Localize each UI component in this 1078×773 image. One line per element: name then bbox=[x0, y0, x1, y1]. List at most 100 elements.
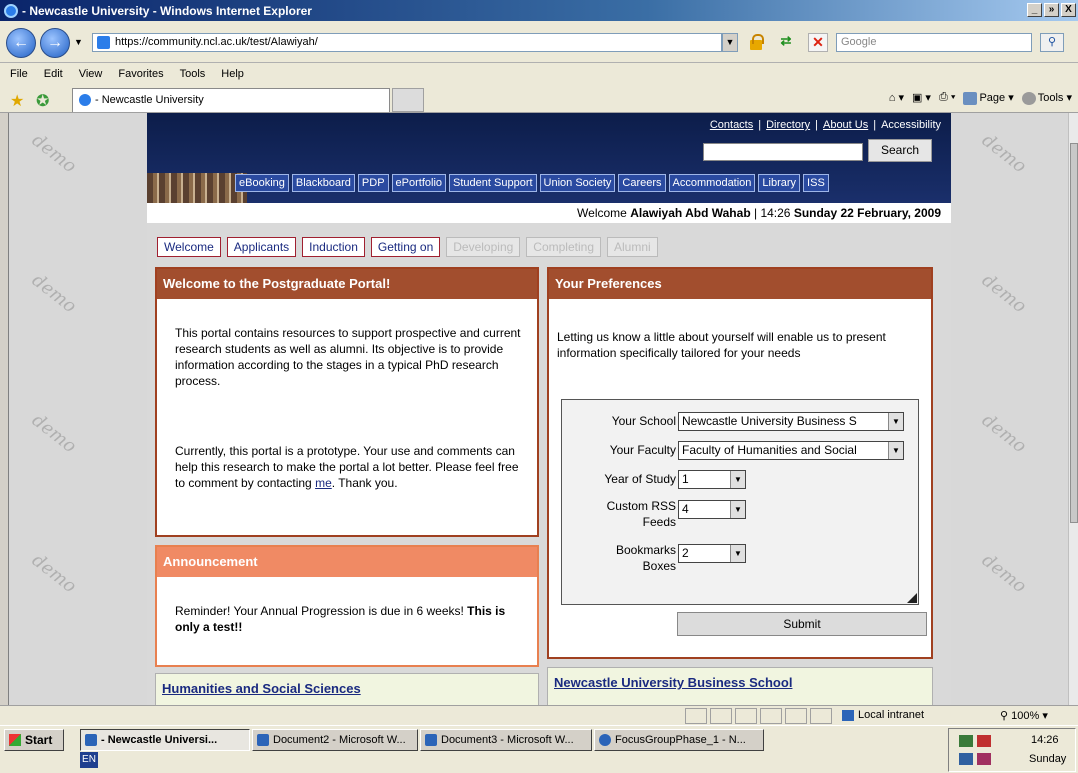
tools-menu[interactable]: Tools ▾ bbox=[1021, 91, 1072, 105]
taskbar-item-document3[interactable]: Document3 - Microsoft W... bbox=[420, 729, 592, 751]
windows-taskbar: Start - Newcastle Universi... Document2 … bbox=[0, 725, 1078, 773]
tab-getting-on[interactable]: Getting on bbox=[370, 237, 441, 257]
task-label: - Newcastle Universi... bbox=[101, 734, 218, 746]
menu-view[interactable]: View bbox=[71, 68, 111, 80]
menu-tools[interactable]: Tools bbox=[172, 68, 214, 80]
faculty-select[interactable]: Faculty of Humanities and Social ▼ bbox=[678, 441, 904, 460]
rss-feeds-select[interactable]: 4 ▼ bbox=[678, 500, 746, 519]
bookmarks-label-line1: Bookmarks bbox=[615, 543, 676, 557]
add-favorites-icon[interactable]: ✪ bbox=[36, 91, 49, 111]
humanities-title[interactable]: Humanities and Social Sciences bbox=[156, 674, 538, 704]
preferences-title: Your Preferences bbox=[549, 269, 931, 299]
page-menu-icon bbox=[963, 91, 978, 105]
favorites-star-icon[interactable]: ★ bbox=[10, 91, 24, 111]
link-iss[interactable]: ISS bbox=[803, 174, 829, 192]
faculty-value: Faculty of Humanities and Social bbox=[682, 443, 857, 457]
bookmarks-select[interactable]: 2 ▼ bbox=[678, 544, 746, 563]
back-button[interactable]: ← bbox=[6, 28, 36, 58]
minimize-button[interactable]: _ bbox=[1027, 3, 1042, 17]
word-icon bbox=[257, 734, 269, 746]
zoom-level: 100% bbox=[1011, 710, 1040, 722]
site-search-button[interactable]: Search bbox=[868, 139, 932, 162]
tab-completing: Completing bbox=[526, 237, 601, 257]
link-eportfolio[interactable]: ePortfolio bbox=[391, 174, 447, 192]
contact-me-link[interactable]: me bbox=[315, 476, 332, 490]
tab-bar: ★ ✪ - Newcastle University ⌂ ▾ ▣ ▾ ⎙ ▾ P… bbox=[0, 85, 1078, 113]
address-input[interactable]: https://community.ncl.ac.uk/test/Alawiya… bbox=[92, 33, 722, 52]
home-icon[interactable]: ⌂ ▾ bbox=[889, 91, 904, 104]
link-ebooking[interactable]: eBooking bbox=[235, 174, 289, 192]
stop-icon[interactable]: ✕ bbox=[808, 33, 828, 52]
link-library[interactable]: Library bbox=[758, 174, 801, 192]
link-accommodation[interactable]: Accommodation bbox=[668, 174, 756, 192]
menu-help[interactable]: Help bbox=[213, 68, 252, 80]
announcement-title: Announcement bbox=[157, 547, 537, 577]
watermark: demo bbox=[27, 129, 81, 178]
preferences-panel: Your Preferences Letting us know a littl… bbox=[547, 267, 933, 659]
school-select[interactable]: Newcastle University Business S ▼ bbox=[678, 412, 904, 431]
year-select[interactable]: 1 ▼ bbox=[678, 470, 746, 489]
link-union-society[interactable]: Union Society bbox=[539, 174, 616, 192]
link-pdp[interactable]: PDP bbox=[357, 174, 389, 192]
taskbar-item-ie[interactable]: - Newcastle Universi... bbox=[80, 729, 250, 751]
menu-file[interactable]: File bbox=[2, 68, 36, 80]
link-careers[interactable]: Careers bbox=[618, 174, 666, 192]
browser-tab[interactable]: - Newcastle University bbox=[72, 88, 390, 112]
menu-favorites[interactable]: Favorites bbox=[110, 68, 171, 80]
zoom-control[interactable]: ⚲ 100% ▾ bbox=[1000, 709, 1048, 722]
dropdown-arrow-icon: ▼ bbox=[730, 501, 745, 518]
forward-button[interactable]: → bbox=[40, 28, 70, 58]
clock-time[interactable]: 14:26 bbox=[1031, 734, 1059, 746]
link-student-support[interactable]: Student Support bbox=[449, 174, 537, 192]
resize-grip-icon[interactable] bbox=[907, 593, 917, 603]
link-about-us[interactable]: About Us bbox=[823, 119, 868, 131]
vertical-scrollbar[interactable] bbox=[1068, 113, 1078, 705]
submit-button[interactable]: Submit bbox=[677, 612, 927, 636]
scrollbar-thumb[interactable] bbox=[1070, 143, 1078, 523]
maximize-button[interactable]: » bbox=[1044, 3, 1059, 17]
ie-logo-icon bbox=[4, 3, 18, 18]
business-school-title[interactable]: Newcastle University Business School bbox=[548, 668, 932, 698]
task-label: Document2 - Microsoft W... bbox=[273, 734, 406, 746]
search-icon[interactable]: ⚲ bbox=[1040, 33, 1064, 52]
link-directory[interactable]: Directory bbox=[766, 119, 810, 131]
bookmarks-value: 2 bbox=[682, 546, 689, 560]
tray-icon[interactable] bbox=[959, 735, 973, 747]
history-dropdown-icon[interactable]: ▼ bbox=[74, 37, 83, 47]
new-tab-button[interactable] bbox=[392, 88, 424, 112]
tray-icon[interactable] bbox=[977, 735, 991, 747]
watermark: demo bbox=[977, 409, 1031, 458]
year-value: 1 bbox=[682, 472, 689, 486]
address-dropdown-button[interactable]: ▼ bbox=[722, 33, 738, 52]
start-button[interactable]: Start bbox=[4, 729, 64, 751]
top-links: Contacts | Directory | About Us | Accessibilit… bbox=[709, 119, 941, 131]
tray-icon[interactable] bbox=[959, 753, 973, 765]
dropdown-arrow-icon: ▼ bbox=[730, 471, 745, 488]
rss-label-line2: Feeds bbox=[642, 515, 676, 529]
link-accessibility[interactable]: Accessibility bbox=[881, 119, 941, 131]
link-blackboard[interactable]: Blackboard bbox=[291, 174, 355, 192]
tray-icon[interactable] bbox=[977, 753, 991, 765]
search-input[interactable]: Google bbox=[836, 33, 1032, 52]
tab-applicants[interactable]: Applicants bbox=[226, 237, 297, 257]
tab-title: - Newcastle University bbox=[95, 94, 204, 106]
announcement-panel: Announcement Reminder! Your Annual Progr… bbox=[155, 545, 539, 667]
refresh-icon[interactable]: ⇄ bbox=[776, 33, 796, 52]
menu-edit[interactable]: Edit bbox=[36, 68, 71, 80]
tab-induction[interactable]: Induction bbox=[302, 237, 365, 257]
status-segment bbox=[810, 708, 832, 724]
page-icon bbox=[97, 36, 110, 49]
print-icon[interactable]: ⎙ ▾ bbox=[939, 91, 955, 104]
taskbar-item-document2[interactable]: Document2 - Microsoft W... bbox=[252, 729, 418, 751]
feeds-icon[interactable]: ▣ ▾ bbox=[912, 91, 931, 104]
user-name: Alawiyah Abd Wahab bbox=[630, 206, 751, 220]
page-menu[interactable]: Page ▾ bbox=[963, 91, 1014, 105]
language-indicator[interactable]: EN bbox=[80, 752, 98, 768]
lock-icon[interactable] bbox=[746, 33, 766, 52]
taskbar-item-focusgroup[interactable]: FocusGroupPhase_1 - N... bbox=[594, 729, 764, 751]
site-search-input[interactable] bbox=[703, 143, 863, 161]
task-label: FocusGroupPhase_1 - N... bbox=[615, 734, 746, 746]
link-contacts[interactable]: Contacts bbox=[710, 119, 753, 131]
close-button[interactable]: X bbox=[1061, 3, 1076, 17]
tab-welcome[interactable]: Welcome bbox=[157, 237, 221, 257]
